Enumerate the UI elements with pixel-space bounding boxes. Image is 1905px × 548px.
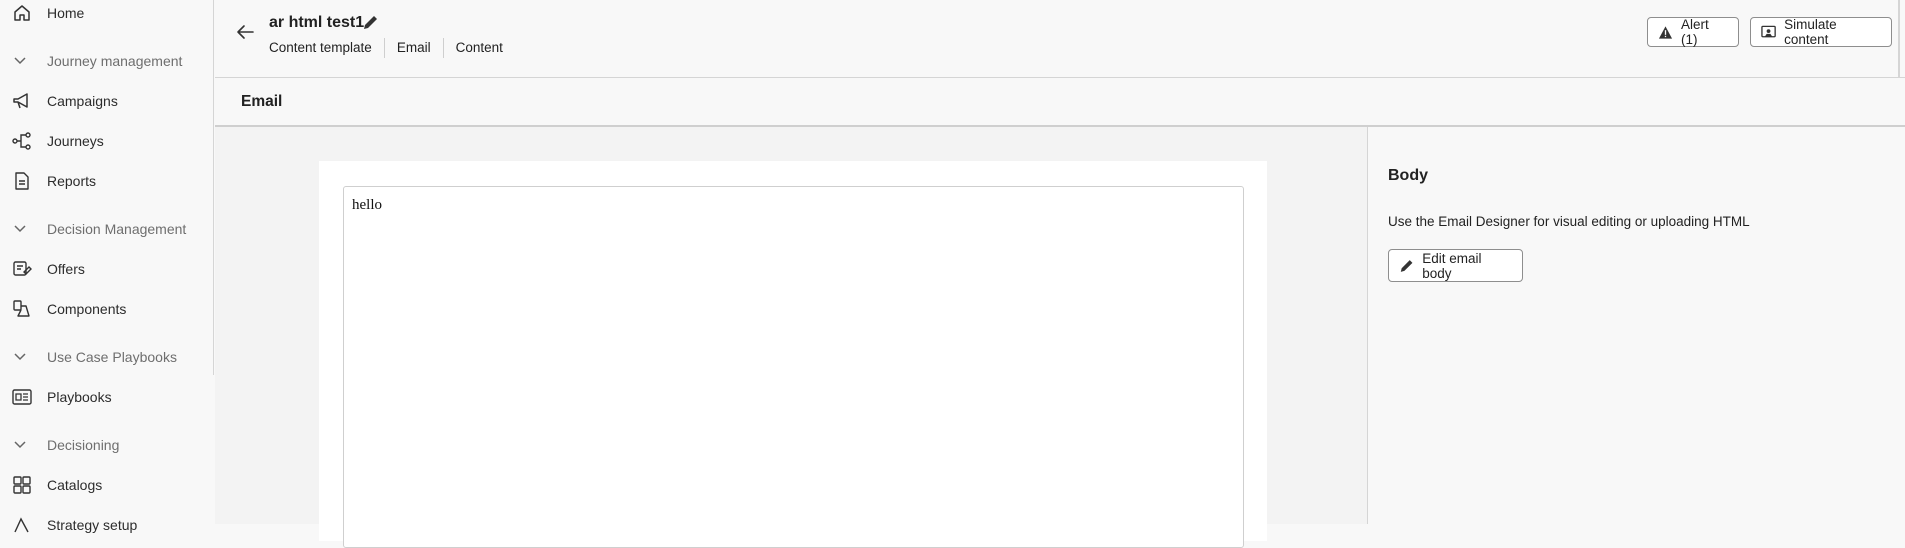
- alert-button-label: Alert (1): [1681, 17, 1709, 47]
- sidebar-section-decisioning[interactable]: Decisioning: [0, 430, 210, 460]
- sidebar-item-offers[interactable]: Offers: [0, 254, 210, 284]
- chevron-down-icon: [14, 441, 26, 449]
- simulate-content-label: Simulate content: [1784, 17, 1837, 47]
- sidebar-section-journey-management[interactable]: Journey management: [0, 46, 210, 76]
- offers-icon: [13, 261, 32, 276]
- sidebar-item-label: Components: [47, 301, 127, 317]
- sidebar-item-journeys[interactable]: Journeys: [0, 126, 210, 156]
- sidebar-section-label: Use Case Playbooks: [47, 349, 177, 365]
- sidebar-item-label: Home: [47, 5, 85, 21]
- sidebar-item-catalogs[interactable]: Catalogs: [0, 470, 210, 500]
- sidebar-item-label: Campaigns: [47, 93, 118, 109]
- simulate-icon: [1761, 25, 1776, 37]
- sidebar-item-components[interactable]: Components: [0, 294, 210, 324]
- body-heading: Body: [1388, 167, 1428, 184]
- edit-email-body-button[interactable]: Edit email body: [1388, 249, 1523, 282]
- breadcrumb: Content template Email Content: [269, 38, 515, 58]
- sidebar-section-label: Decision Management: [47, 221, 187, 237]
- sidebar-item-label: Journeys: [47, 133, 104, 149]
- sidebar-item-playbooks[interactable]: Playbooks: [0, 382, 210, 412]
- catalogs-icon: [13, 476, 31, 494]
- breadcrumb-item[interactable]: Email: [383, 38, 443, 58]
- sidebar-item-home[interactable]: Home: [0, 0, 210, 28]
- sidebar-item-label: Catalogs: [47, 477, 103, 493]
- chevron-down-icon: [14, 57, 26, 65]
- alert-button[interactable]: Alert (1): [1647, 17, 1739, 47]
- section-title: Email: [241, 93, 283, 110]
- sidebar-section-decision-management[interactable]: Decision Management: [0, 214, 210, 244]
- email-body-preview[interactable]: hello: [343, 186, 1244, 548]
- email-canvas: hello: [215, 127, 1367, 548]
- back-arrow-icon[interactable]: [233, 20, 257, 44]
- simulate-content-button[interactable]: Simulate content: [1750, 17, 1892, 47]
- home-icon: [14, 5, 30, 21]
- edit-email-body-label: Edit email body: [1422, 250, 1482, 281]
- sidebar-item-reports[interactable]: Reports: [0, 166, 210, 196]
- sidebar-item-label: Playbooks: [47, 389, 112, 405]
- email-preview-card: hello: [319, 161, 1267, 548]
- body-description: Use the Email Designer for visual editin…: [1388, 214, 1750, 229]
- breadcrumb-item[interactable]: Content template: [269, 38, 384, 58]
- sidebar: Home Journey management Campaigns Journe…: [0, 0, 214, 533]
- email-body-text: hello: [352, 197, 382, 213]
- megaphone-icon: [13, 93, 28, 109]
- components-icon: [13, 300, 30, 317]
- sidebar-item-label: Strategy setup: [47, 517, 138, 533]
- sidebar-section-use-case-playbooks[interactable]: Use Case Playbooks: [0, 342, 210, 372]
- sidebar-item-strategy-setup[interactable]: Strategy setup: [0, 510, 210, 540]
- page-title: ar html test1: [269, 14, 365, 31]
- chevron-down-icon: [14, 353, 26, 361]
- strategy-icon: [14, 517, 29, 533]
- breadcrumb-item[interactable]: Content: [442, 38, 515, 58]
- journey-icon: [12, 132, 31, 150]
- sidebar-item-label: Offers: [47, 261, 85, 277]
- section-header: Email: [215, 78, 1905, 127]
- edit-title-pencil-icon[interactable]: [362, 14, 379, 31]
- header: ar html test1 Content template Email Con…: [215, 0, 1905, 78]
- sidebar-item-label: Reports: [47, 173, 97, 189]
- report-icon: [15, 172, 29, 190]
- alert-icon: [1658, 25, 1673, 39]
- sidebar-divider: [213, 0, 214, 375]
- playbooks-icon: [12, 389, 32, 405]
- sidebar-item-campaigns[interactable]: Campaigns: [0, 86, 210, 116]
- sidebar-section-label: Decisioning: [47, 437, 120, 453]
- sidebar-section-label: Journey management: [47, 53, 183, 69]
- chevron-down-icon: [14, 225, 26, 233]
- properties-panel: Body Use the Email Designer for visual e…: [1367, 127, 1905, 524]
- pencil-icon: [1400, 259, 1413, 272]
